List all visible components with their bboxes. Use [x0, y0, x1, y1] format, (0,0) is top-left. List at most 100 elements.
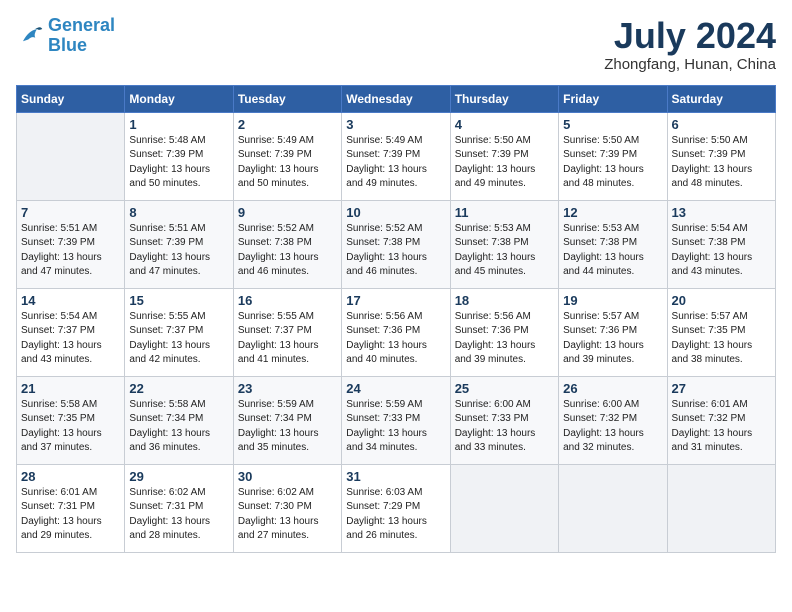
day-info: Sunrise: 5:57 AMSunset: 7:36 PMDaylight:…	[563, 310, 662, 368]
calendar-week-2: 7Sunrise: 5:51 AMSunset: 7:39 PMDaylight…	[17, 200, 776, 288]
day-number: 21	[21, 381, 120, 396]
calendar-cell: 20 Sunrise: 5:57 AMSunset: 7:35 PMDayligh…	[667, 288, 775, 376]
calendar-cell: 7Sunrise: 5:51 AMSunset: 7:39 PMDaylight…	[17, 200, 125, 288]
day-info: Sunrise: 5:53 AMSunset: 7:38 PMDaylight:…	[563, 222, 662, 280]
header-cell-tuesday: Tuesday	[233, 85, 341, 112]
calendar-cell: 10Sunrise: 5:52 AMSunset: 7:38 PMDayligh…	[342, 200, 450, 288]
calendar-cell: 3 Sunrise: 5:49 AMSunset: 7:39 PMDaylight…	[342, 112, 450, 200]
calendar-cell: 13 Sunrise: 5:54 AMSunset: 7:38 PMDayligh…	[667, 200, 775, 288]
calendar-cell: 17 Sunrise: 5:56 AMSunset: 7:36 PMDayligh…	[342, 288, 450, 376]
calendar-cell: 8 Sunrise: 5:51 AMSunset: 7:39 PMDaylight…	[125, 200, 233, 288]
calendar-cell: 31 Sunrise: 6:03 AMSunset: 7:29 PMDayligh…	[342, 464, 450, 552]
day-number: 1	[129, 117, 228, 132]
calendar-cell: 18Sunrise: 5:56 AMSunset: 7:36 PMDayligh…	[450, 288, 558, 376]
title-block: July 2024 Zhongfang, Hunan, China	[604, 16, 776, 73]
calendar-week-3: 14 Sunrise: 5:54 AMSunset: 7:37 PMDayligh…	[17, 288, 776, 376]
day-number: 24	[346, 381, 445, 396]
header-cell-friday: Friday	[559, 85, 667, 112]
day-number: 22	[129, 381, 228, 396]
day-info: Sunrise: 5:57 AMSunset: 7:35 PMDaylight:…	[672, 310, 771, 368]
header-cell-thursday: Thursday	[450, 85, 558, 112]
day-info: Sunrise: 6:02 AMSunset: 7:31 PMDaylight:…	[129, 486, 228, 544]
day-number: 15	[129, 293, 228, 308]
day-info: Sunrise: 5:56 AMSunset: 7:36 PMDaylight:…	[455, 310, 554, 368]
day-info: Sunrise: 5:52 AMSunset: 7:38 PMDaylight:…	[346, 222, 445, 280]
calendar-cell: 26Sunrise: 6:00 AMSunset: 7:32 PMDayligh…	[559, 376, 667, 464]
calendar-cell: 21 Sunrise: 5:58 AMSunset: 7:35 PMDayligh…	[17, 376, 125, 464]
day-info: Sunrise: 6:00 AMSunset: 7:33 PMDaylight:…	[455, 398, 554, 456]
calendar-cell: 12 Sunrise: 5:53 AMSunset: 7:38 PMDayligh…	[559, 200, 667, 288]
logo-icon	[16, 22, 44, 50]
calendar-cell: 25 Sunrise: 6:00 AMSunset: 7:33 PMDayligh…	[450, 376, 558, 464]
calendar-week-5: 28 Sunrise: 6:01 AMSunset: 7:31 PMDayligh…	[17, 464, 776, 552]
calendar-cell: 14 Sunrise: 5:54 AMSunset: 7:37 PMDayligh…	[17, 288, 125, 376]
day-info: Sunrise: 5:50 AMSunset: 7:39 PMDaylight:…	[455, 134, 554, 192]
day-number: 8	[129, 205, 228, 220]
day-info: Sunrise: 5:51 AMSunset: 7:39 PMDaylight:…	[21, 222, 120, 280]
day-info: Sunrise: 5:50 AMSunset: 7:39 PMDaylight:…	[563, 134, 662, 192]
calendar-cell: 23 Sunrise: 5:59 AMSunset: 7:34 PMDayligh…	[233, 376, 341, 464]
header-cell-monday: Monday	[125, 85, 233, 112]
day-info: Sunrise: 5:54 AMSunset: 7:38 PMDaylight:…	[672, 222, 771, 280]
day-info: Sunrise: 5:50 AMSunset: 7:39 PMDaylight:…	[672, 134, 771, 192]
calendar-cell: 30Sunrise: 6:02 AMSunset: 7:30 PMDayligh…	[233, 464, 341, 552]
day-info: Sunrise: 5:58 AMSunset: 7:35 PMDaylight:…	[21, 398, 120, 456]
calendar-cell: 2Sunrise: 5:49 AMSunset: 7:39 PMDaylight…	[233, 112, 341, 200]
calendar-cell: 27 Sunrise: 6:01 AMSunset: 7:32 PMDayligh…	[667, 376, 775, 464]
day-number: 4	[455, 117, 554, 132]
day-number: 25	[455, 381, 554, 396]
day-number: 6	[672, 117, 771, 132]
day-info: Sunrise: 5:51 AMSunset: 7:39 PMDaylight:…	[129, 222, 228, 280]
calendar-week-1: 1Sunrise: 5:48 AMSunset: 7:39 PMDaylight…	[17, 112, 776, 200]
calendar-cell	[17, 112, 125, 200]
day-info: Sunrise: 5:49 AMSunset: 7:39 PMDaylight:…	[346, 134, 445, 192]
day-number: 9	[238, 205, 337, 220]
day-info: Sunrise: 5:55 AMSunset: 7:37 PMDaylight:…	[238, 310, 337, 368]
calendar-cell: 5 Sunrise: 5:50 AMSunset: 7:39 PMDaylight…	[559, 112, 667, 200]
location: Zhongfang, Hunan, China	[604, 56, 776, 73]
logo: General Blue	[16, 16, 115, 56]
day-number: 20	[672, 293, 771, 308]
day-number: 27	[672, 381, 771, 396]
calendar-cell: 15 Sunrise: 5:55 AMSunset: 7:37 PMDayligh…	[125, 288, 233, 376]
header-cell-wednesday: Wednesday	[342, 85, 450, 112]
calendar-cell	[667, 464, 775, 552]
logo-text: General Blue	[48, 16, 115, 56]
calendar-cell: 9 Sunrise: 5:52 AMSunset: 7:38 PMDaylight…	[233, 200, 341, 288]
day-info: Sunrise: 6:03 AMSunset: 7:29 PMDaylight:…	[346, 486, 445, 544]
day-number: 12	[563, 205, 662, 220]
day-number: 30	[238, 469, 337, 484]
day-number: 28	[21, 469, 120, 484]
day-number: 31	[346, 469, 445, 484]
day-number: 16	[238, 293, 337, 308]
day-number: 17	[346, 293, 445, 308]
calendar-cell: 29Sunrise: 6:02 AMSunset: 7:31 PMDayligh…	[125, 464, 233, 552]
day-number: 13	[672, 205, 771, 220]
calendar-cell	[450, 464, 558, 552]
header-cell-saturday: Saturday	[667, 85, 775, 112]
day-info: Sunrise: 6:01 AMSunset: 7:31 PMDaylight:…	[21, 486, 120, 544]
calendar-cell: 1Sunrise: 5:48 AMSunset: 7:39 PMDaylight…	[125, 112, 233, 200]
day-info: Sunrise: 5:55 AMSunset: 7:37 PMDaylight:…	[129, 310, 228, 368]
header-row: SundayMondayTuesdayWednesdayThursdayFrid…	[17, 85, 776, 112]
day-number: 23	[238, 381, 337, 396]
month-title: July 2024	[604, 16, 776, 56]
day-info: Sunrise: 5:53 AMSunset: 7:38 PMDaylight:…	[455, 222, 554, 280]
day-number: 11	[455, 205, 554, 220]
calendar-week-4: 21 Sunrise: 5:58 AMSunset: 7:35 PMDayligh…	[17, 376, 776, 464]
day-info: Sunrise: 5:54 AMSunset: 7:37 PMDaylight:…	[21, 310, 120, 368]
day-info: Sunrise: 5:49 AMSunset: 7:39 PMDaylight:…	[238, 134, 337, 192]
day-info: Sunrise: 5:56 AMSunset: 7:36 PMDaylight:…	[346, 310, 445, 368]
day-info: Sunrise: 5:59 AMSunset: 7:34 PMDaylight:…	[238, 398, 337, 456]
calendar-cell: 6 Sunrise: 5:50 AMSunset: 7:39 PMDaylight…	[667, 112, 775, 200]
day-info: Sunrise: 5:52 AMSunset: 7:38 PMDaylight:…	[238, 222, 337, 280]
day-number: 5	[563, 117, 662, 132]
calendar-cell	[559, 464, 667, 552]
calendar-cell: 16 Sunrise: 5:55 AMSunset: 7:37 PMDayligh…	[233, 288, 341, 376]
day-info: Sunrise: 5:59 AMSunset: 7:33 PMDaylight:…	[346, 398, 445, 456]
calendar-cell: 19Sunrise: 5:57 AMSunset: 7:36 PMDayligh…	[559, 288, 667, 376]
day-number: 14	[21, 293, 120, 308]
day-number: 3	[346, 117, 445, 132]
header-cell-sunday: Sunday	[17, 85, 125, 112]
day-info: Sunrise: 6:01 AMSunset: 7:32 PMDaylight:…	[672, 398, 771, 456]
